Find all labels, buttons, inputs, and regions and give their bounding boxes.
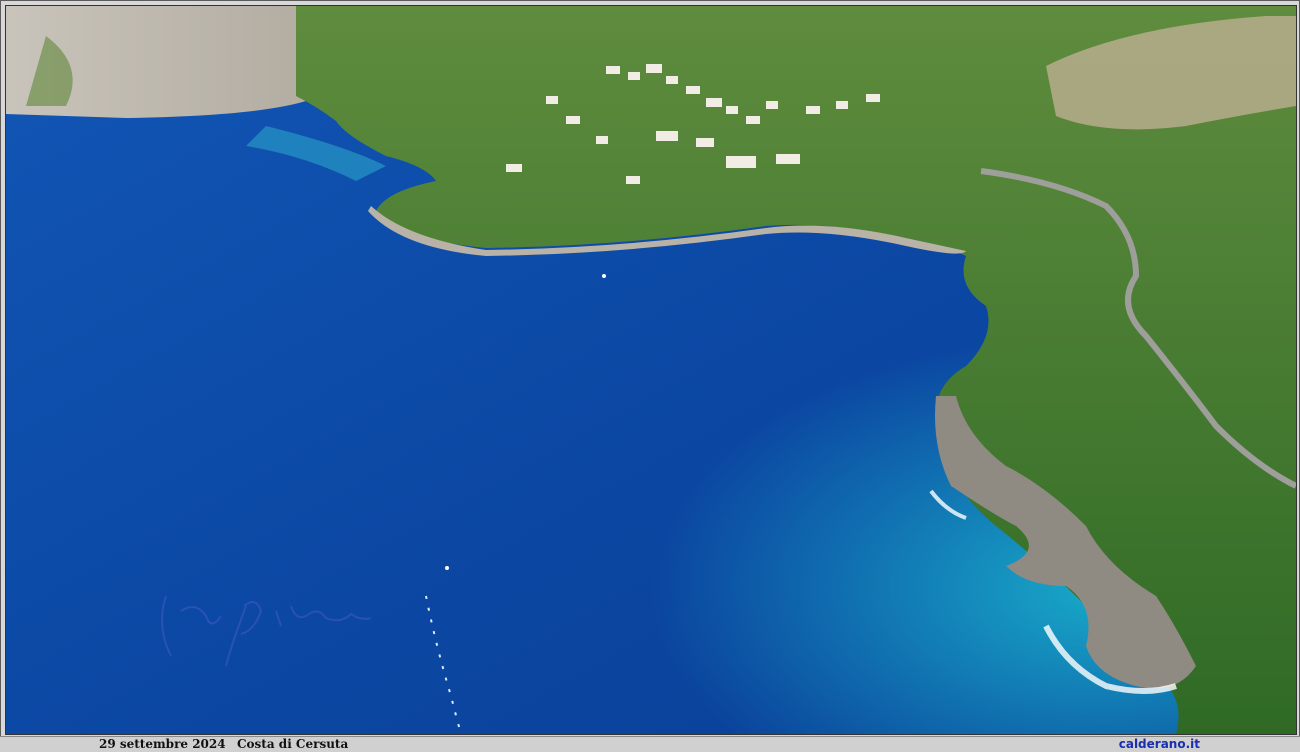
photo-date: 29 settembre 2024 <box>99 737 226 751</box>
aerial-photo <box>5 5 1297 735</box>
coastline-scene <box>6 6 1296 734</box>
photo-frame <box>0 0 1300 737</box>
website-link[interactable]: calderano.it <box>1119 737 1200 752</box>
boat-2 <box>602 274 606 278</box>
boat <box>445 566 449 570</box>
caption-bar: 29 settembre 2024 Costa di Cersuta calde… <box>0 736 1300 752</box>
photo-location: Costa di Cersuta <box>237 737 349 751</box>
